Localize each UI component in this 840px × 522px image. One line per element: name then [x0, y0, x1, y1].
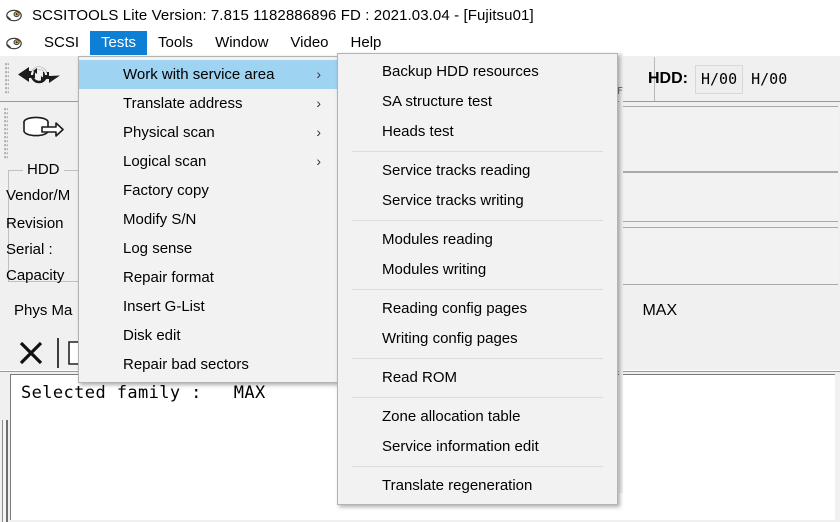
menuitem-service-tracks-writing[interactable]: Service tracks writing — [338, 186, 617, 216]
menuitem-repair-format[interactable]: Repair format — [79, 263, 337, 292]
menuitem-backup-hdd-resources[interactable]: Backup HDD resources — [338, 57, 617, 87]
menu-separator — [352, 151, 603, 152]
menuitem-writing-config-pages[interactable]: Writing config pages — [338, 324, 617, 354]
menuitem-translate-address[interactable]: Translate address › — [79, 89, 337, 118]
menuitem-label: SA structure test — [382, 93, 493, 110]
menuitem-label: Read ROM — [382, 369, 458, 386]
menuitem-modify-sn[interactable]: Modify S/N — [79, 205, 337, 234]
right-panel-row-2 — [620, 172, 838, 222]
menuitem-label: Work with service area — [123, 66, 275, 83]
menuitem-label: Modify S/N — [123, 211, 197, 228]
menuitem-label: Logical scan — [123, 153, 207, 170]
menu-video[interactable]: Video — [279, 31, 339, 55]
log-right-gutter — [835, 374, 840, 520]
menuitem-label: Heads test — [382, 123, 454, 140]
chevron-right-icon: › — [316, 66, 321, 82]
selected-family-value-row: :MAX — [620, 302, 677, 320]
menuitem-label: Translate regeneration — [382, 477, 533, 494]
hdd-label: HDD: — [648, 70, 688, 87]
title-bar: SCSITOOLS Lite Version: 7.815 1182886896… — [0, 0, 840, 30]
menubar-app-icon — [6, 35, 25, 51]
menuitem-label: Repair bad sectors — [123, 356, 249, 373]
right-panel-row-3 — [620, 227, 838, 285]
menuitem-sa-structure-test[interactable]: SA structure test — [338, 87, 617, 117]
menu-window[interactable]: Window — [204, 31, 279, 55]
field-phys-map: Phys Ma — [14, 302, 73, 319]
menuitem-zone-allocation-table[interactable]: Zone allocation table — [338, 402, 617, 432]
menu-separator — [352, 220, 603, 221]
menuitem-label: Service information edit — [382, 438, 539, 455]
double-arrow-swap-icon[interactable] — [15, 65, 63, 93]
menuitem-label: Modules reading — [382, 231, 493, 248]
menu-tools[interactable]: Tools — [147, 31, 204, 55]
menuitem-modules-reading[interactable]: Modules reading — [338, 225, 617, 255]
field-capacity: Capacity — [6, 267, 65, 284]
log-scrollbar[interactable] — [2, 420, 8, 522]
menuitem-label: Translate address — [123, 95, 243, 112]
selected-family-value: MAX — [642, 302, 678, 319]
menuitem-label: Log sense — [123, 240, 193, 257]
hdd-value-secondary: H/00 — [751, 70, 788, 88]
menuitem-label: Factory copy — [123, 182, 209, 199]
chevron-right-icon: › — [316, 124, 321, 140]
menuitem-factory-copy[interactable]: Factory copy — [79, 176, 337, 205]
field-serial: Serial : — [6, 241, 53, 258]
menuitem-label: Modules writing — [382, 261, 487, 278]
menuitem-service-tracks-reading[interactable]: Service tracks reading — [338, 156, 617, 186]
chevron-right-icon: › — [316, 95, 321, 111]
menuitem-label: Reading config pages — [382, 300, 528, 317]
field-revision: Revision — [6, 215, 64, 232]
menu-popup-work-with-service-area: Backup HDD resources SA structure test H… — [337, 53, 618, 505]
menu-separator — [352, 397, 603, 398]
menuitem-log-sense[interactable]: Log sense — [79, 234, 337, 263]
x-close-icon[interactable] — [18, 340, 44, 366]
hdd-drive-icon[interactable] — [20, 114, 64, 148]
menuitem-label: Writing config pages — [382, 330, 518, 347]
menuitem-work-with-service-area[interactable]: Work with service area › — [79, 60, 337, 89]
app-icon — [6, 7, 25, 23]
menuitem-modules-writing[interactable]: Modules writing — [338, 255, 617, 285]
action-bar-separator — [57, 338, 59, 368]
menu-popup-tests: Work with service area › Translate addre… — [78, 56, 338, 383]
menuitem-label: Insert G-List — [123, 298, 205, 315]
field-vendor-model: Vendor/M — [6, 187, 71, 204]
menuitem-heads-test[interactable]: Heads test — [338, 117, 617, 147]
hdd-group-title: HDD — [23, 161, 64, 178]
menu-separator — [352, 466, 603, 467]
right-panel-row-1 — [620, 106, 838, 172]
chevron-right-icon: › — [316, 153, 321, 169]
menuitem-translate-regeneration[interactable]: Translate regeneration — [338, 471, 617, 501]
hdd-value-primary[interactable]: H/00 — [695, 64, 744, 94]
menuitem-label: Repair format — [123, 269, 214, 286]
menuitem-label: Service tracks reading — [382, 162, 531, 179]
menuitem-logical-scan[interactable]: Logical scan › — [79, 147, 337, 176]
window-edge-behind-submenu — [619, 53, 623, 493]
menu-help[interactable]: Help — [340, 31, 393, 55]
menuitem-label: Physical scan — [123, 124, 215, 141]
menuitem-read-rom[interactable]: Read ROM — [338, 363, 617, 393]
window-title: SCSITOOLS Lite Version: 7.815 1182886896… — [32, 6, 534, 24]
menu-separator — [352, 358, 603, 359]
menuitem-reading-config-pages[interactable]: Reading config pages — [338, 294, 617, 324]
menuitem-disk-edit[interactable]: Disk edit — [79, 321, 337, 350]
menuitem-service-information-edit[interactable]: Service information edit — [338, 432, 617, 462]
menuitem-label: Zone allocation table — [382, 408, 521, 425]
toolbar-grip[interactable] — [5, 63, 9, 95]
menu-tests[interactable]: Tests — [90, 31, 148, 55]
menu-scsi[interactable]: SCSI — [33, 31, 90, 55]
menuitem-label: Disk edit — [123, 327, 181, 344]
menuitem-physical-scan[interactable]: Physical scan › — [79, 118, 337, 147]
application-window: SCSITOOLS Lite Version: 7.815 1182886896… — [0, 0, 840, 522]
menuitem-label: Backup HDD resources — [382, 63, 539, 80]
menuitem-label: Service tracks writing — [382, 192, 524, 209]
log-left-gutter — [0, 372, 10, 522]
panel-grip[interactable] — [4, 108, 8, 160]
hdd-indicator-group: HDD: H/00 H/00 — [600, 56, 787, 102]
menuitem-repair-bad-sectors[interactable]: Repair bad sectors — [79, 350, 337, 379]
menuitem-insert-g-list[interactable]: Insert G-List — [79, 292, 337, 321]
menu-separator — [352, 289, 603, 290]
